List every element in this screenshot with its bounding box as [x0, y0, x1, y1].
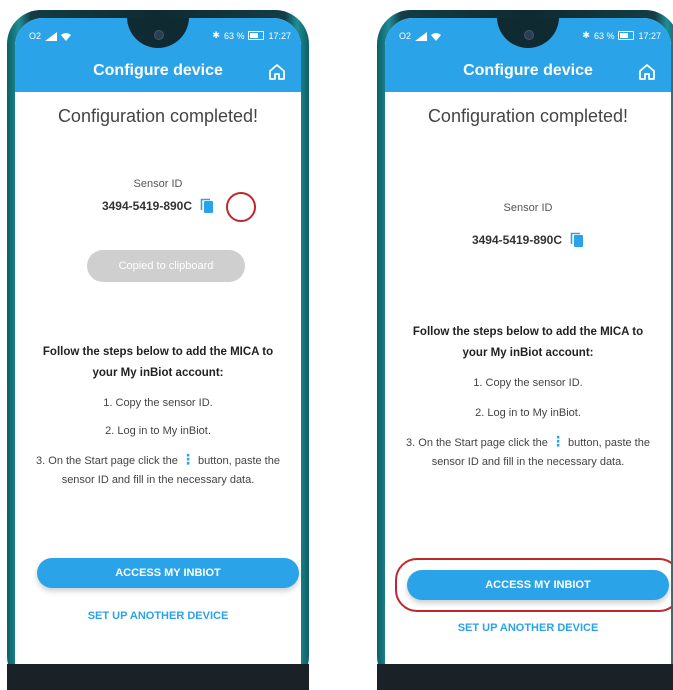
- nav-bar: [7, 664, 309, 690]
- phone-left: O2 ✱ 63 % 17:27 Configure device Configu…: [7, 10, 309, 690]
- status-time: 17:27: [638, 30, 661, 41]
- signal-icon: [415, 31, 428, 41]
- step-3: 3. On the Start page click the ⋮ button,…: [35, 450, 281, 490]
- wifi-icon: [61, 32, 72, 41]
- bluetooth-icon: ✱: [582, 30, 590, 40]
- sensor-id-label: Sensor ID: [133, 178, 183, 190]
- page-title: Configure device: [463, 62, 593, 79]
- status-time: 17:27: [268, 30, 291, 41]
- instructions-title: Follow the steps below to add the MICA t…: [412, 326, 644, 359]
- menu-dots-icon: ⋮: [550, 433, 565, 449]
- app-bar: Configure device: [15, 52, 301, 92]
- sensor-id-value: 3494-5419-890C: [471, 233, 563, 247]
- nav-bar: [377, 664, 673, 690]
- status-bar: O2 ✱ 63 % 17:27: [15, 18, 301, 52]
- menu-dots-icon: ⋮: [180, 451, 195, 467]
- sensor-id-value: 3494-5419-890C: [101, 199, 193, 213]
- copy-icon[interactable]: [200, 198, 214, 214]
- phone-right: O2 ✱ 63 % 17:27 Configure device Configu…: [377, 10, 673, 690]
- step-1: 1. Copy the sensor ID.: [103, 397, 213, 409]
- home-icon[interactable]: [637, 62, 657, 82]
- step-3-prefix: 3. On the Start page click the: [36, 455, 178, 467]
- bluetooth-icon: ✱: [212, 30, 220, 40]
- home-icon[interactable]: [267, 62, 287, 82]
- sensor-id-row: 3494-5419-890C: [385, 232, 671, 248]
- copied-toast: Copied to clipboard: [87, 250, 245, 282]
- screen-right: O2 ✱ 63 % 17:27 Configure device Configu…: [385, 18, 671, 690]
- completion-heading: Configuration completed!: [427, 106, 629, 126]
- status-bar: O2 ✱ 63 % 17:27: [385, 18, 671, 52]
- battery-icon: [618, 31, 635, 40]
- wifi-icon: [431, 32, 442, 41]
- set-up-another-device-link[interactable]: SET UP ANOTHER DEVICE: [385, 622, 671, 634]
- access-my-inbiot-button[interactable]: ACCESS MY INBIOT: [37, 558, 299, 588]
- step-2: 2. Log in to My inBiot.: [475, 407, 581, 419]
- battery-percent: 63 %: [223, 30, 245, 41]
- battery-icon: [248, 31, 265, 40]
- page-title: Configure device: [93, 62, 223, 79]
- screen-left: O2 ✱ 63 % 17:27 Configure device Configu…: [15, 18, 301, 690]
- copy-icon[interactable]: [570, 232, 584, 248]
- sensor-id-row: 3494-5419-890C: [15, 198, 301, 214]
- camera-icon: [154, 30, 164, 40]
- step-3: 3. On the Start page click the ⋮ button,…: [405, 432, 651, 472]
- access-button-highlight: [395, 558, 671, 612]
- carrier-label: O2: [399, 31, 412, 41]
- copy-highlight: [226, 192, 256, 222]
- set-up-another-device-link[interactable]: SET UP ANOTHER DEVICE: [15, 610, 301, 622]
- step-1: 1. Copy the sensor ID.: [473, 377, 583, 389]
- camera-icon: [524, 30, 534, 40]
- step-2: 2. Log in to My inBiot.: [105, 425, 211, 437]
- carrier-label: O2: [29, 31, 42, 41]
- signal-icon: [45, 31, 58, 41]
- battery-percent: 63 %: [593, 30, 615, 41]
- step-3-prefix: 3. On the Start page click the: [406, 437, 548, 449]
- completion-heading: Configuration completed!: [57, 106, 259, 126]
- instructions-title: Follow the steps below to add the MICA t…: [42, 346, 274, 379]
- sensor-id-label: Sensor ID: [503, 202, 553, 214]
- app-bar: Configure device: [385, 52, 671, 92]
